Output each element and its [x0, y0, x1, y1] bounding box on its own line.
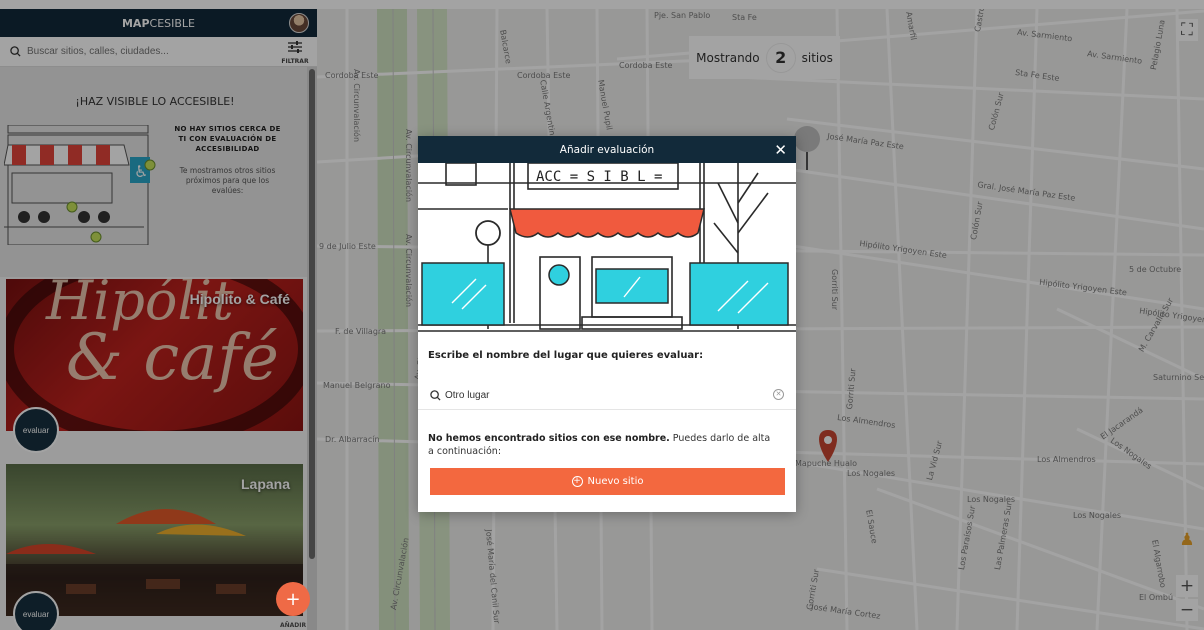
evaluate-button[interactable]: evaluar [13, 407, 59, 453]
storefront-illustration: ACC = S I B L = [418, 163, 796, 333]
place-search: ✕ [418, 382, 796, 410]
plus-icon: + [285, 588, 301, 610]
not-found-message: No hemos encontrado sitios con ese nombr… [428, 432, 773, 458]
street-label: Pje. San Pablo [654, 11, 711, 20]
street-label: Cordoba Este [619, 61, 673, 70]
street-label: Mapuche Hualo [795, 459, 857, 468]
app-title: MAPCESIBLE [121, 16, 195, 30]
street-label: Los Nogales [847, 469, 896, 478]
street-label: El Ombú [1139, 593, 1174, 602]
intro-notice: NO HAY SITIOS CERCA DE TI CON EVALUACIÓN… [174, 125, 281, 153]
not-found-title: No hemos encontrado sitios con ese nombr… [428, 433, 670, 444]
search-bar: FILTRAR [0, 37, 317, 67]
app-header: MAPCESIBLE [0, 9, 317, 37]
search-input[interactable] [27, 46, 227, 57]
fullscreen-icon[interactable]: ⛶ [1176, 19, 1198, 41]
results-count: Mostrando 2 sitios [689, 36, 840, 79]
street-label: 5 de Octubre [1129, 265, 1182, 274]
search-icon [430, 390, 441, 401]
place-card[interactable]: Hipólit & café Hipolito & Café [6, 279, 303, 431]
street-label: 9 de Julio Este [319, 242, 376, 251]
clear-icon[interactable]: ✕ [773, 389, 784, 400]
sidebar: MAPCESIBLE FILTRAR ¡HAZ VISIBLE LO ACCES… [0, 9, 317, 630]
place-name-input[interactable] [445, 390, 745, 401]
close-icon[interactable]: ✕ [774, 141, 787, 159]
dialog-header: Añadir evaluación ✕ [418, 136, 796, 163]
shop-illustration: ♿ [4, 125, 156, 245]
intro-title: ¡HAZ VISIBLE LO ACCESIBLE! [75, 95, 235, 108]
place-name: Hipolito & Café [189, 291, 290, 307]
evaluate-button[interactable]: evaluar [13, 591, 59, 630]
street-label: Manuel Belgrano [323, 381, 391, 390]
results-count-number: 2 [765, 42, 796, 73]
street-label: Los Nogales [1073, 511, 1122, 520]
dialog-title: Añadir evaluación [559, 143, 655, 156]
svg-text:& café: & café [66, 321, 279, 395]
street-view-icon[interactable]: ♟ [1176, 529, 1198, 551]
sliders-icon [288, 41, 302, 53]
filter-button[interactable]: FILTRAR [281, 39, 309, 65]
street-label: F. de Villagra [335, 327, 387, 336]
zoom-out-button[interactable]: − [1176, 599, 1198, 621]
street-label: Saturnino Sea [1153, 373, 1204, 382]
new-place-label: Nuevo sitio [587, 476, 644, 487]
street-label: Dr. Albarracín [325, 435, 380, 444]
scrollbar-thumb[interactable] [309, 69, 315, 559]
street-label: Av. Circunvalación [352, 69, 361, 143]
place-card[interactable]: Lapana [6, 464, 303, 616]
street-label: Sta Fe [732, 13, 757, 22]
zoom-in-button[interactable]: + [1176, 575, 1198, 597]
filter-label: FILTRAR [281, 58, 309, 65]
plus-circle-icon: + [571, 476, 583, 487]
street-label: Gorriti Sur [830, 269, 839, 311]
place-name: Lapana [240, 476, 290, 492]
street-label: Av. Circunvalación [404, 129, 413, 203]
street-label: Los Almendros [1037, 455, 1096, 464]
intro-panel: ¡HAZ VISIBLE LO ACCESIBLE! ♿ NO HAY SITI… [0, 67, 317, 277]
avatar[interactable] [289, 13, 309, 33]
search-icon [10, 46, 21, 57]
new-place-button[interactable]: + Nuevo sitio [430, 468, 785, 495]
intro-description: Te mostramos otros sitios próximos para … [179, 166, 276, 195]
add-place-label: AÑADIR [280, 622, 307, 629]
add-place-button[interactable]: + [276, 582, 310, 616]
add-evaluation-dialog: Añadir evaluación ✕ ACC = S I B L = Escr… [418, 136, 796, 512]
dialog-question: Escribe el nombre del lugar que quieres … [428, 350, 704, 361]
street-label: Av. Circunvalación [404, 234, 413, 308]
results-suffix: sitios [801, 50, 833, 65]
results-prefix: Mostrando [696, 50, 760, 65]
shop-sign: ACC = S I B L = [536, 169, 662, 185]
